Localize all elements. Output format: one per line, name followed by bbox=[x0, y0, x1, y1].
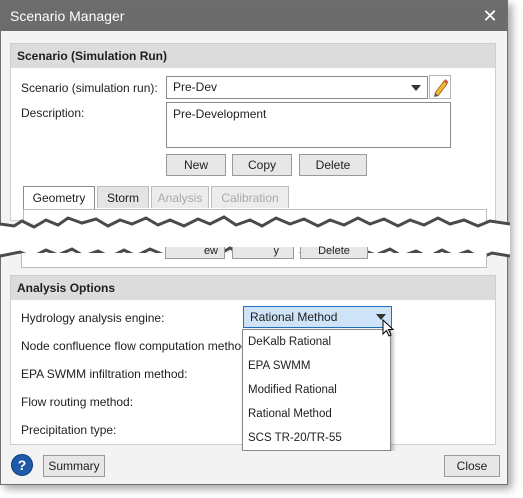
help-button[interactable]: ? bbox=[11, 454, 33, 476]
scenario-section-header: Scenario (Simulation Run) bbox=[11, 44, 495, 68]
torn-copy-button: y bbox=[232, 245, 294, 259]
torn-copy-label: y bbox=[273, 245, 280, 257]
window-title: Scenario Manager bbox=[10, 8, 125, 24]
torn-delete-label: Delete bbox=[318, 245, 350, 257]
description-label: Description: bbox=[21, 106, 85, 120]
scenario-manager-dialog: Scenario Manager ✕ Scenario (Simulation … bbox=[0, 0, 510, 485]
scenario-select-value: Pre-Dev bbox=[173, 80, 218, 94]
description-text: Pre-Development bbox=[173, 107, 267, 121]
description-field[interactable]: Pre-Development bbox=[166, 102, 451, 148]
analysis-section-header: Analysis Options bbox=[11, 276, 495, 300]
tab-calibration: Calibration bbox=[211, 186, 289, 208]
scenario-panel: Scenario (Simulation Run) Scenario (simu… bbox=[10, 43, 496, 223]
summary-button[interactable]: Summary bbox=[43, 455, 105, 477]
torn-fragment-panel: ew y Delete bbox=[21, 246, 487, 268]
close-button[interactable]: Close bbox=[444, 455, 500, 477]
dropdown-option[interactable]: SCS TR-20/TR-55 bbox=[243, 426, 390, 450]
chevron-down-icon bbox=[411, 85, 421, 91]
torn-new-button: ew bbox=[165, 245, 225, 259]
copy-button[interactable]: Copy bbox=[232, 154, 292, 176]
help-icon: ? bbox=[17, 457, 27, 473]
swmm-infiltration-label: EPA SWMM infiltration method: bbox=[21, 367, 188, 381]
footer-bar: ? Summary Close bbox=[1, 451, 507, 484]
dropdown-option[interactable]: Rational Method bbox=[243, 402, 390, 426]
dropdown-option[interactable]: DeKalb Rational bbox=[243, 330, 390, 354]
new-button[interactable]: New bbox=[166, 154, 226, 176]
hydrology-engine-value: Rational Method bbox=[250, 310, 338, 324]
title-bar[interactable]: Scenario Manager ✕ bbox=[1, 1, 507, 31]
delete-button[interactable]: Delete bbox=[299, 154, 367, 176]
hydrology-engine-select[interactable]: Rational Method bbox=[243, 306, 392, 328]
tab-storm[interactable]: Storm bbox=[97, 186, 149, 208]
scenario-select[interactable]: Pre-Dev bbox=[166, 76, 428, 99]
close-icon[interactable]: ✕ bbox=[479, 5, 501, 27]
torn-new-label: ew bbox=[203, 245, 218, 257]
mouse-cursor-icon bbox=[382, 319, 395, 337]
torn-delete-button: Delete bbox=[300, 245, 368, 259]
pencil-icon bbox=[434, 79, 449, 97]
dropdown-option[interactable]: Modified Rational bbox=[243, 378, 390, 402]
tab-analysis: Analysis bbox=[151, 186, 209, 208]
hydrology-engine-dropdown: DeKalb Rational EPA SWMM Modified Ration… bbox=[242, 329, 391, 451]
hydrology-engine-label: Hydrology analysis engine: bbox=[21, 311, 165, 325]
flow-routing-label: Flow routing method: bbox=[21, 395, 134, 409]
precipitation-type-label: Precipitation type: bbox=[21, 423, 117, 437]
node-confluence-label: Node confluence flow computation method: bbox=[21, 339, 252, 353]
scenario-label: Scenario (simulation run): bbox=[21, 81, 158, 95]
edit-pencil-button[interactable] bbox=[429, 75, 451, 99]
dropdown-option[interactable]: EPA SWMM bbox=[243, 354, 390, 378]
